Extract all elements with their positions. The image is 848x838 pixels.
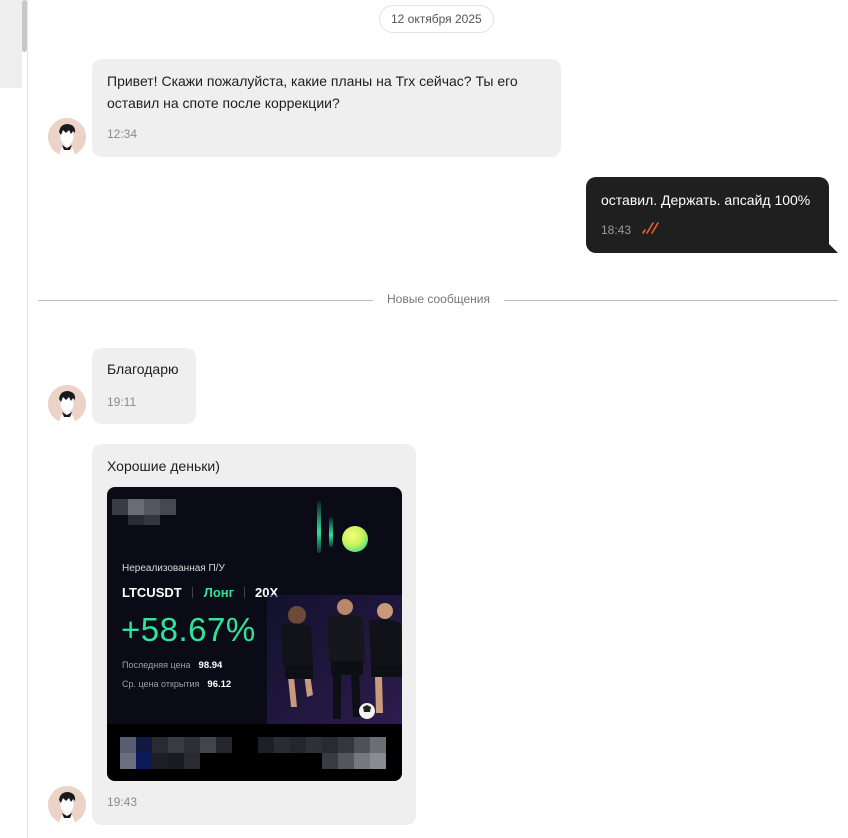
trade-info-row: LTCUSDT Лонг 20X [122, 585, 278, 600]
last-price-value: 98.94 [198, 660, 223, 671]
trade-screenshot-image[interactable]: Нереализованная П/У LTCUSDT Лонг 20X +58.6… [107, 487, 402, 781]
message-time: 12:34 [107, 127, 138, 141]
pnl-percent: +58.67% [121, 611, 256, 648]
brand-graphic-icon [317, 501, 368, 553]
trade-side: Лонг [203, 585, 235, 600]
last-price-label: Последняя цена [122, 660, 191, 670]
new-messages-label: Новые сообщения [387, 292, 490, 306]
chat-window: 12 октября 2025 Привет! Скажи пожалуйста… [0, 0, 848, 838]
message-time: 19:43 [107, 795, 138, 809]
avatar[interactable] [48, 786, 86, 824]
user-avatar-icon [48, 385, 86, 423]
trade-pair: LTCUSDT [122, 585, 182, 600]
message-time: 18:43 [601, 223, 632, 237]
avatar[interactable] [48, 385, 86, 423]
message-text-line: оставил на споте после коррекции? [107, 95, 340, 111]
message-text-line: оставил. Держать. апсайд 100% [601, 192, 811, 208]
date-separator: 12 октября 2025 [379, 5, 494, 33]
user-avatar-icon [48, 118, 86, 156]
pnl-title: Нереализованная П/У [122, 563, 225, 574]
pixelated-footer [107, 724, 402, 781]
message-text-line: Хорошие деньки) [107, 458, 220, 474]
open-price-row: Ср. цена открытия 96.12 [122, 679, 231, 690]
avatar[interactable] [48, 118, 86, 156]
message-bubble-outgoing[interactable]: оставил. Держать. апсайд 100% 18:43 [586, 177, 838, 253]
open-price-label: Ср. цена открытия [122, 679, 200, 689]
left-panel-edge [0, 0, 22, 88]
message-text-line: Благодарю [107, 361, 179, 377]
players-illustration-icon [267, 595, 402, 725]
user-avatar-icon [48, 786, 86, 824]
message-bubble[interactable]: Благодарю 19:11 [92, 348, 196, 424]
new-messages-divider: Новые сообщения [38, 290, 838, 310]
read-ticks-icon [642, 222, 659, 234]
message-bubble[interactable]: Привет! Скажи пожалуйста, какие планы на… [92, 59, 561, 157]
message-text-line: Привет! Скажи пожалуйста, какие планы на… [107, 73, 518, 89]
open-price-value: 96.12 [207, 679, 232, 690]
panel-divider [27, 0, 28, 838]
last-price-row: Последняя цена 98.94 [122, 660, 222, 671]
message-time: 19:11 [107, 395, 137, 409]
